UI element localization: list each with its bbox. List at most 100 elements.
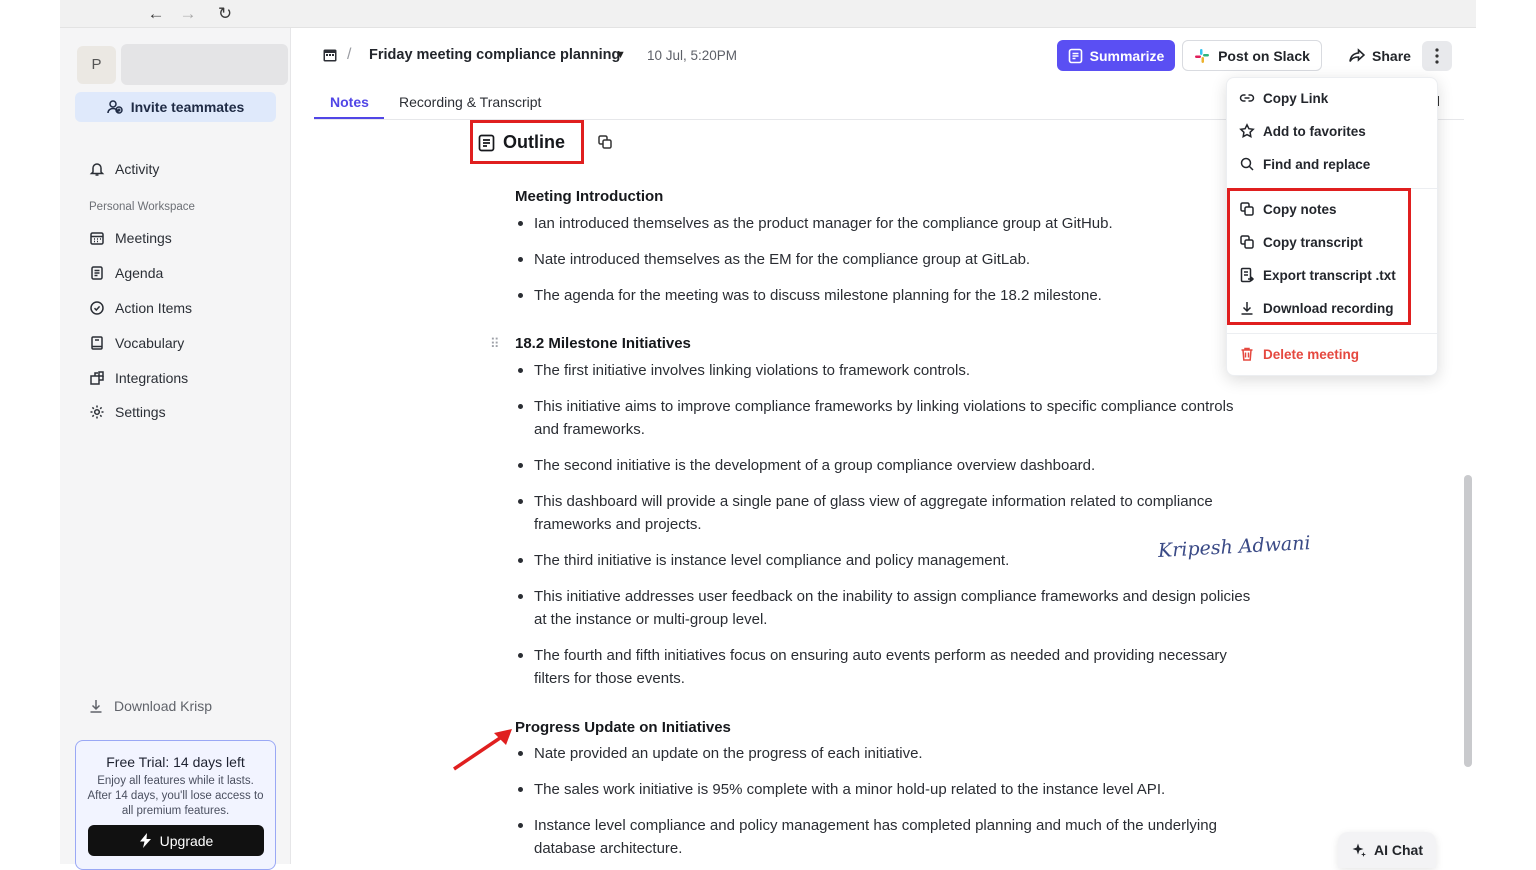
- ai-chat-button[interactable]: AI Chat: [1338, 832, 1436, 868]
- list-item: The first initiative involves linking vi…: [518, 359, 1254, 382]
- list-item: The sales work initiative is 95% complet…: [518, 778, 1254, 801]
- section-title: Meeting Introduction: [515, 188, 664, 205]
- forward-arrow-icon[interactable]: →: [177, 4, 199, 24]
- more-options-button[interactable]: [1422, 41, 1452, 71]
- back-arrow-icon[interactable]: ←: [145, 4, 167, 24]
- vertical-dots-icon: [1435, 48, 1439, 64]
- list-item: Ian introduced themselves as the product…: [518, 212, 1254, 235]
- calendar-icon[interactable]: [322, 47, 338, 63]
- sidebar: P Invite teammates Activity Personal Wor…: [60, 28, 291, 870]
- share-button[interactable]: Share: [1338, 40, 1422, 71]
- sidebar-item-label: Activity: [115, 161, 160, 177]
- download-krisp-link[interactable]: Download Krisp: [88, 698, 212, 714]
- sidebar-item-label: Integrations: [115, 370, 189, 386]
- meeting-title[interactable]: Friday meeting compliance planning: [369, 47, 620, 63]
- sidebar-item-meetings[interactable]: Meetings: [88, 226, 172, 250]
- invite-teammates-label: Invite teammates: [130, 99, 245, 115]
- menu-item-label: Add to favorites: [1263, 123, 1366, 139]
- menu-item-delete-meeting[interactable]: Delete meeting: [1239, 343, 1359, 365]
- copy-icon[interactable]: [597, 134, 613, 150]
- list-item: Instance level compliance and policy man…: [518, 814, 1254, 860]
- tab-recording-transcript[interactable]: Recording & Transcript: [399, 94, 541, 120]
- invite-teammates-button[interactable]: Invite teammates: [75, 92, 276, 122]
- bell-icon: [88, 161, 105, 178]
- download-krisp-label: Download Krisp: [114, 698, 213, 714]
- chevron-down-icon[interactable]: ▼: [615, 49, 626, 61]
- sparkle-icon: [1352, 843, 1366, 857]
- sidebar-item-agenda[interactable]: Agenda: [88, 261, 163, 285]
- list-item: This initiative aims to improve complian…: [518, 395, 1254, 441]
- menu-divider: [1227, 333, 1439, 334]
- menu-item-label: Find and replace: [1263, 156, 1371, 172]
- workspace-avatar[interactable]: P: [77, 46, 116, 84]
- search-icon: [1240, 157, 1254, 171]
- sidebar-item-integrations[interactable]: Integrations: [88, 366, 188, 390]
- list-item: This initiative addresses user feedback …: [518, 585, 1254, 631]
- share-label: Share: [1372, 47, 1411, 64]
- section-title: 18.2 Milestone Initiatives: [515, 335, 691, 352]
- calendar-icon: [88, 230, 105, 247]
- trash-icon: [1241, 347, 1253, 361]
- menu-item-copy-link[interactable]: Copy Link: [1239, 87, 1328, 109]
- annotation-arrow-icon: [453, 729, 512, 771]
- workspace-section-label: Personal Workspace: [89, 201, 195, 213]
- check-circle-icon: [88, 300, 105, 317]
- list-item: Nate introduced themselves as the EM for…: [518, 248, 1254, 271]
- puzzle-icon: [88, 370, 105, 387]
- browser-toolbar: ← → ↻: [60, 0, 1476, 28]
- post-on-slack-button[interactable]: Post on Slack: [1182, 40, 1322, 71]
- list-item: The second initiative is the development…: [518, 454, 1254, 477]
- download-icon: [90, 700, 102, 713]
- link-icon: [1239, 94, 1255, 102]
- star-icon: [1239, 123, 1255, 138]
- sidebar-item-label: Agenda: [115, 265, 164, 281]
- upgrade-label: Upgrade: [159, 832, 214, 849]
- summarize-button[interactable]: Summarize: [1057, 40, 1175, 71]
- breadcrumb-separator: /: [347, 46, 352, 63]
- list-item: Nate provided an update on the progress …: [518, 742, 1254, 765]
- signature-watermark: Kripesh Adwani: [1157, 532, 1312, 562]
- scrollbar-thumb[interactable]: [1464, 475, 1472, 767]
- add-user-icon: [106, 100, 123, 114]
- summarize-label: Summarize: [1089, 47, 1165, 64]
- workspace-name-placeholder[interactable]: [121, 44, 288, 85]
- ai-chat-label: AI Chat: [1374, 842, 1423, 858]
- menu-item-add-to-favorites[interactable]: Add to favorites: [1239, 120, 1366, 142]
- upgrade-button[interactable]: Upgrade: [88, 825, 264, 856]
- sidebar-item-action-items[interactable]: Action Items: [88, 296, 192, 320]
- active-tab-indicator: [314, 117, 384, 119]
- meeting-date: 10 Jul, 5:20PM: [647, 48, 738, 63]
- section-title: Progress Update on Initiatives: [515, 719, 731, 736]
- right-margin: [1476, 0, 1536, 864]
- document-icon: [1068, 48, 1082, 63]
- trial-title: Free Trial: 14 days left: [106, 754, 245, 770]
- menu-item-find-and-replace[interactable]: Find and replace: [1239, 153, 1370, 175]
- app-window: ← → ↻ P Invite teammates Activity Person…: [60, 0, 1476, 870]
- slack-icon: [1195, 48, 1210, 63]
- sidebar-item-settings[interactable]: Settings: [88, 400, 166, 424]
- sidebar-item-label: Vocabulary: [115, 335, 185, 351]
- trial-description: Enjoy all features while it lasts. After…: [87, 775, 264, 817]
- menu-item-label: Delete meeting: [1263, 346, 1360, 362]
- reload-icon[interactable]: ↻: [214, 4, 236, 24]
- document-icon: [88, 265, 105, 282]
- sidebar-item-vocabulary[interactable]: Vocabulary: [88, 331, 184, 355]
- document-icon: [478, 134, 495, 151]
- free-trial-card: Free Trial: 14 days left Enjoy all featu…: [75, 740, 276, 870]
- share-icon: [1349, 48, 1366, 62]
- gear-icon: [88, 404, 105, 421]
- sidebar-item-label: Meetings: [115, 230, 172, 246]
- left-margin: [0, 0, 60, 864]
- outline-heading: Outline: [478, 132, 565, 153]
- list-item: The fourth and fifth initiatives focus o…: [518, 644, 1254, 690]
- sidebar-item-activity[interactable]: Activity: [88, 157, 159, 181]
- list-item: This dashboard will provide a single pan…: [518, 490, 1254, 536]
- list-item: The agenda for the meeting was to discus…: [518, 284, 1254, 307]
- book-icon: [88, 335, 105, 352]
- drag-handle-icon[interactable]: ⠿: [490, 336, 499, 352]
- menu-item-label: Copy Link: [1263, 90, 1329, 106]
- list-item: The third initiative is instance level c…: [518, 549, 1254, 572]
- sidebar-item-label: Action Items: [115, 300, 193, 316]
- sidebar-item-label: Settings: [115, 404, 166, 420]
- lightning-icon: [139, 833, 151, 848]
